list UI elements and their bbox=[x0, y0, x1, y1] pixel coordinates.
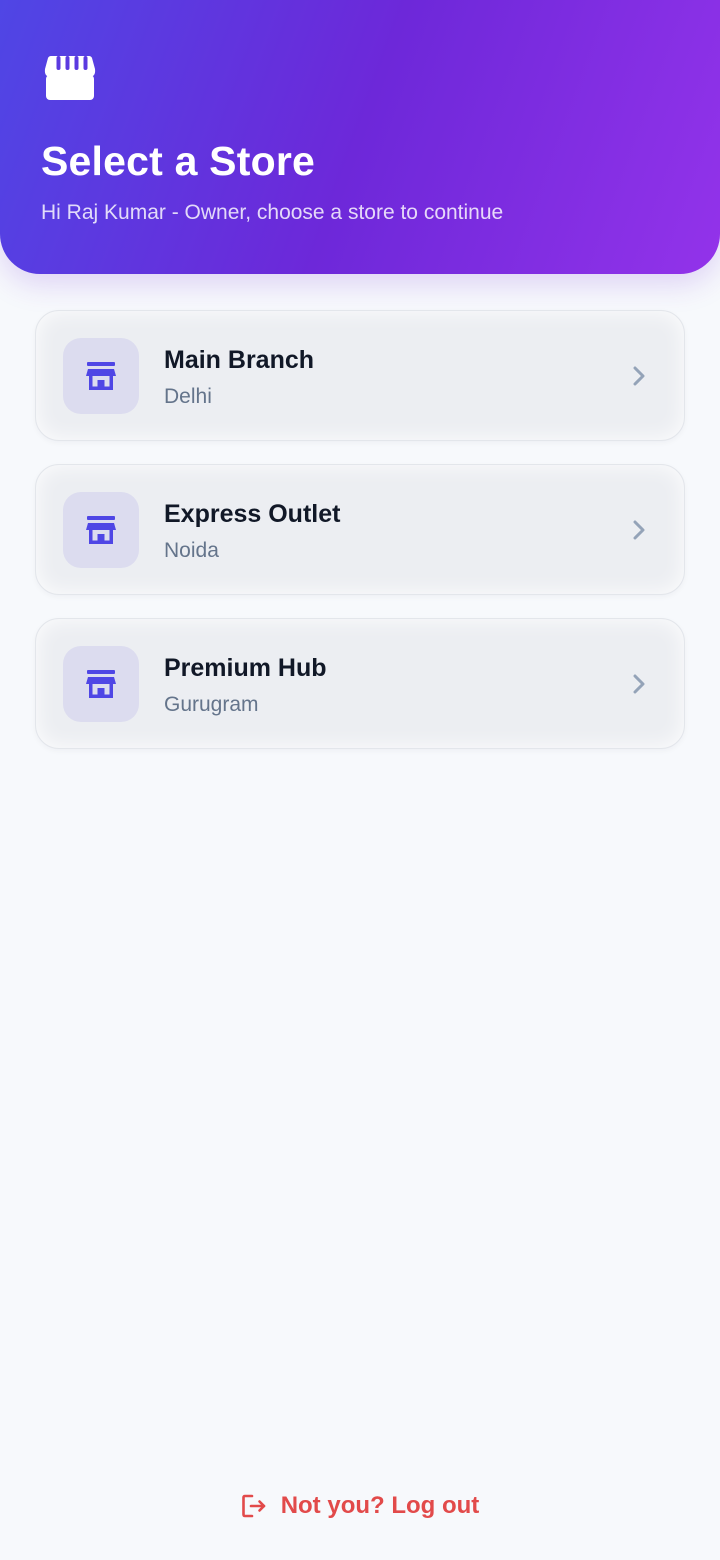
store-list: Main Branch Delhi Express Outlet Noida P… bbox=[35, 310, 685, 772]
store-card-main-branch[interactable]: Main Branch Delhi bbox=[35, 310, 685, 441]
store-city: Delhi bbox=[164, 385, 212, 408]
store-icon bbox=[86, 670, 116, 698]
store-card-express-outlet[interactable]: Express Outlet Noida bbox=[35, 464, 685, 595]
store-name: Premium Hub bbox=[164, 654, 327, 682]
store-city: Gurugram bbox=[164, 693, 259, 716]
chevron-right-icon bbox=[633, 674, 645, 694]
store-city: Noida bbox=[164, 539, 219, 562]
chevron-right-icon bbox=[633, 366, 645, 386]
logout-icon bbox=[241, 1494, 265, 1518]
page-title: Select a Store bbox=[41, 138, 315, 184]
storefront-icon bbox=[44, 56, 96, 100]
header-banner: Select a Store Hi Raj Kumar - Owner, cho… bbox=[0, 0, 720, 274]
logout-link[interactable]: Not you? Log out bbox=[0, 1490, 720, 1522]
store-name: Express Outlet bbox=[164, 500, 341, 528]
page-subtitle: Hi Raj Kumar - Owner, choose a store to … bbox=[41, 201, 504, 224]
store-icon-tile bbox=[63, 338, 139, 414]
logout-label: Not you? Log out bbox=[280, 1492, 480, 1519]
store-icon bbox=[86, 516, 116, 544]
store-icon bbox=[86, 362, 116, 390]
store-icon-tile bbox=[63, 492, 139, 568]
store-icon-tile bbox=[63, 646, 139, 722]
chevron-right-icon bbox=[633, 520, 645, 540]
store-card-premium-hub[interactable]: Premium Hub Gurugram bbox=[35, 618, 685, 749]
store-name: Main Branch bbox=[164, 346, 315, 374]
